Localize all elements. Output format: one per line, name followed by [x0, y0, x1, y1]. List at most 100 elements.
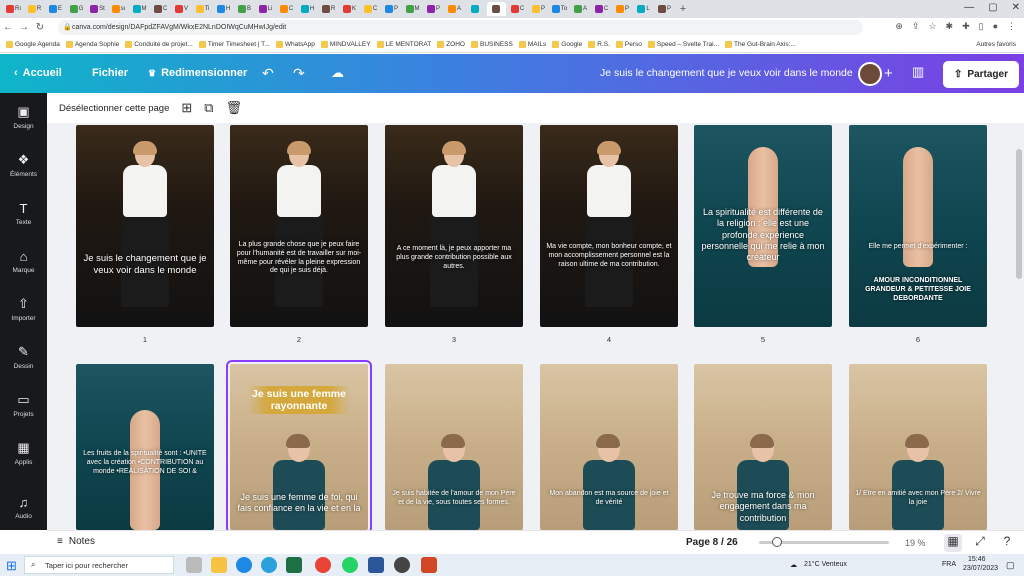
word-icon[interactable]	[368, 557, 384, 573]
help-icon[interactable]: ?	[998, 534, 1016, 552]
zoom-slider-handle[interactable]	[772, 537, 782, 547]
forward-icon[interactable]: →	[16, 22, 32, 33]
bookmark-item[interactable]: BUSINESS	[470, 41, 513, 48]
windows-start-icon[interactable]: ⊞	[6, 558, 17, 574]
edge-icon[interactable]	[236, 557, 252, 573]
media-player-icon[interactable]	[394, 557, 410, 573]
bookmark-star-icon[interactable]: ☆	[928, 21, 936, 32]
sidebar-item-texte[interactable]: T Texte	[0, 193, 47, 233]
browser-tab[interactable]: Li	[256, 2, 275, 16]
redo-icon[interactable]: ↷	[293, 65, 305, 82]
grid-view-icon[interactable]: ▦	[944, 534, 962, 552]
task-view-icon[interactable]	[186, 557, 202, 573]
browser-tab[interactable]: C	[277, 2, 296, 16]
add-collaborator-icon[interactable]: +	[884, 65, 893, 82]
sidebar-item-applis[interactable]: ▦ Applis	[0, 433, 47, 473]
taskbar-search[interactable]: ⌕ Taper ici pour rechercher	[24, 556, 174, 574]
sidepanel-icon[interactable]: ▯	[979, 21, 984, 32]
share-button[interactable]: ⇧ Partager	[943, 61, 1019, 88]
sidebar-item-importer[interactable]: ⇧ Importer	[0, 289, 47, 329]
browser-tab[interactable]: C	[151, 2, 170, 16]
home-button[interactable]: ‹ Accueil	[14, 67, 62, 79]
bookmark-item[interactable]: Speed – Svelte Trai...	[647, 41, 719, 48]
fullscreen-icon[interactable]: ⤢	[971, 534, 989, 552]
bookmark-item[interactable]: Timer Timesheet | T...	[198, 41, 270, 48]
browser-tab[interactable]: L	[634, 2, 653, 16]
browser-tab[interactable]: sı	[109, 2, 128, 16]
weather-icon[interactable]: ☁	[790, 561, 797, 569]
browser-tab[interactable]: St	[88, 2, 107, 16]
browser-tab[interactable]: C	[361, 2, 380, 16]
page-thumbnail[interactable]: Les fruits de la spiritualité sont : •UN…	[76, 364, 214, 530]
browser-tab[interactable]: K	[340, 2, 359, 16]
insights-icon[interactable]: ▥	[912, 64, 924, 80]
puzzle-icon[interactable]: ✚	[962, 21, 970, 32]
browser-tab[interactable]: R	[25, 2, 44, 16]
scrollbar-thumb[interactable]	[1016, 149, 1022, 279]
browser-tab[interactable]: P	[613, 2, 632, 16]
browser-tab[interactable]: To	[550, 2, 569, 16]
new-tab-icon[interactable]: +	[676, 3, 690, 15]
add-page-icon[interactable]: ⊞	[181, 100, 192, 116]
powerpoint-icon[interactable]	[421, 557, 437, 573]
browser-tab[interactable]: C	[592, 2, 611, 16]
browser-tab[interactable]: A	[571, 2, 590, 16]
notification-icon[interactable]: ▢	[1006, 560, 1015, 571]
bookmark-item[interactable]: MAILs	[518, 41, 546, 48]
bookmark-item[interactable]: LE MENTORAT	[376, 41, 431, 48]
file-explorer-icon[interactable]	[211, 557, 227, 573]
browser-tab[interactable]: A	[445, 2, 464, 16]
whatsapp-icon[interactable]	[342, 557, 358, 573]
browser-tab[interactable]: Rı	[4, 2, 23, 16]
profile-icon[interactable]: ●	[993, 21, 998, 32]
browser-tab[interactable]: Ti	[193, 2, 212, 16]
deselect-page-button[interactable]: Désélectionner cette page	[59, 103, 169, 114]
bookmark-item[interactable]: WhatsApp	[275, 41, 315, 48]
browser-tab[interactable]: H	[214, 2, 233, 16]
vertical-scrollbar[interactable]	[1014, 123, 1024, 530]
page-thumbnail[interactable]: 1/ Etre en amitié avec mon Père 2/ Vivre…	[849, 364, 987, 530]
close-window-icon[interactable]: ✕	[1012, 2, 1020, 13]
other-bookmarks[interactable]: Autres favoris	[976, 41, 1016, 48]
page-thumbnail[interactable]: Ma vie compte, mon bonheur compte, et mo…	[540, 125, 678, 327]
bookmark-item[interactable]: The Gut-Brain Axis:...	[725, 41, 796, 48]
sidebar-item-design[interactable]: ▣ Design	[0, 97, 47, 137]
menu-dots-icon[interactable]: ⋮	[1007, 21, 1016, 32]
browser-tab[interactable]: H	[298, 2, 317, 16]
telegram-icon[interactable]	[261, 557, 277, 573]
browser-tab[interactable]: B	[235, 2, 254, 16]
clock-date[interactable]: 23/07/2023	[963, 565, 998, 572]
page-thumbnail[interactable]: La spiritualité est différente de la rel…	[694, 125, 832, 327]
page-thumbnail[interactable]: La plus grande chose que je peux faire p…	[230, 125, 368, 327]
maximize-icon[interactable]: ▢	[988, 2, 997, 13]
extension-icon[interactable]: ✱	[946, 21, 954, 32]
page-indicator[interactable]: Page 8 / 26	[686, 537, 738, 548]
reload-icon[interactable]: ↻	[32, 22, 48, 33]
zoom-icon[interactable]: ⊕	[895, 21, 903, 32]
bookmark-item[interactable]: Google Agenda	[6, 41, 60, 48]
browser-tab[interactable]: C	[508, 2, 527, 16]
undo-icon[interactable]: ↶	[262, 65, 274, 82]
page-thumbnail[interactable]: Je suis le changement que je veux voir d…	[76, 125, 214, 327]
resize-button[interactable]: ♛ Redimensionner	[148, 67, 247, 79]
browser-tab[interactable]: M	[403, 2, 422, 16]
weather-text[interactable]: 21°C Venteux	[804, 561, 847, 568]
delete-page-icon[interactable]: 🗑	[226, 100, 243, 116]
page-thumbnail[interactable]: Elle me permet d'expérimenter : AMOUR INC…	[849, 125, 987, 327]
language-indicator[interactable]: FRA	[942, 561, 956, 568]
page-thumbnail[interactable]: Mon abandon est ma source de joie et de …	[540, 364, 678, 530]
browser-tab[interactable]: P	[424, 2, 443, 16]
share-page-icon[interactable]: ⇪	[912, 21, 920, 32]
minimize-icon[interactable]: —	[964, 2, 974, 13]
page-thumbnail[interactable]: A ce moment là, je peux apporter ma plus…	[385, 125, 523, 327]
excel-icon[interactable]	[286, 557, 302, 573]
file-menu-button[interactable]: Fichier	[92, 67, 128, 79]
sidebar-item-dessin[interactable]: ✎ Dessin	[0, 337, 47, 377]
bookmark-item[interactable]: Perso	[615, 41, 642, 48]
browser-tab[interactable]: P	[382, 2, 401, 16]
sidebar-item-elements[interactable]: ❖ Éléments	[0, 145, 47, 185]
sidebar-item-projets[interactable]: ▭ Projets	[0, 385, 47, 425]
browser-tab[interactable]	[487, 2, 506, 16]
bookmark-item[interactable]: R.S.	[588, 41, 610, 48]
page-thumbnail[interactable]: Je suis une femme rayonnante Je suis une …	[226, 360, 372, 530]
